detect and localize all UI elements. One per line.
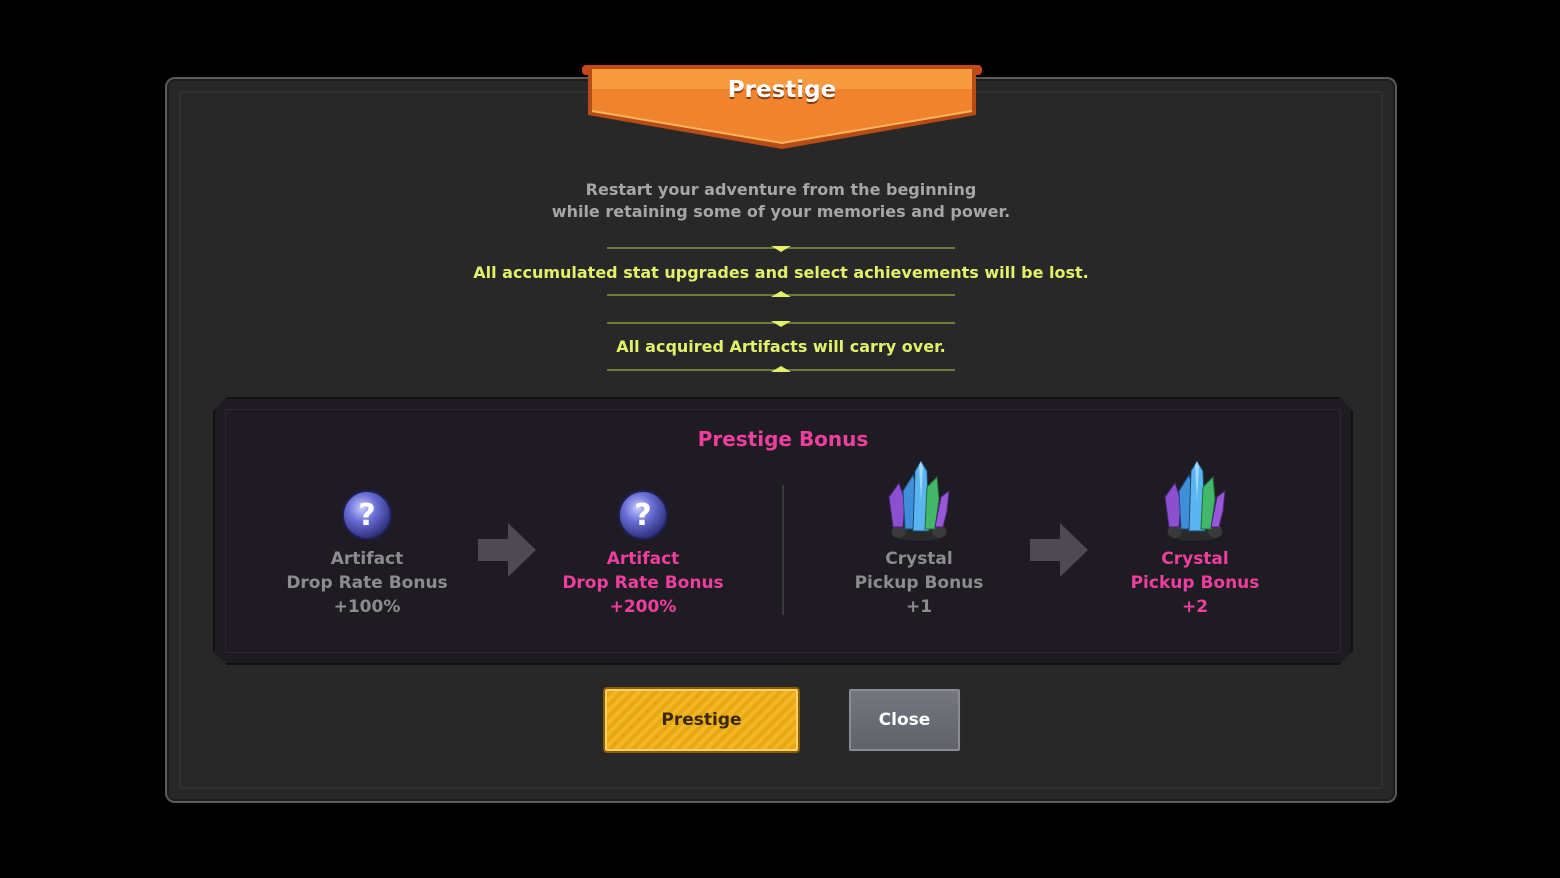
bonus-name-line2: Drop Rate Bonus (286, 573, 448, 593)
description-line-1: Restart your adventure from the beginnin… (585, 180, 977, 199)
title-banner: Prestige (582, 63, 982, 155)
description-line-2: while retaining some of your memories an… (551, 202, 1011, 221)
question-orb-icon: ? (617, 489, 669, 541)
divider-bottom-2 (607, 366, 955, 372)
arrow-right-icon (478, 523, 536, 577)
bonus-value: +2 (1181, 597, 1209, 617)
prestige-dialog: Prestige Restart your adventure from the… (165, 65, 1397, 803)
divider-top-1 (607, 246, 955, 252)
bonus-value: +200% (609, 597, 677, 617)
bonus-name-line1: Artifact (330, 549, 404, 569)
close-button[interactable]: Close (847, 687, 962, 753)
bonus-value: +100% (333, 597, 401, 617)
bonus-name-line1: Crystal (885, 549, 953, 569)
carry-over-text: All acquired Artifacts will carry over. (616, 337, 946, 356)
question-orb-icon: ? (341, 489, 393, 541)
crystal-cluster-icon (1161, 461, 1229, 543)
bonus-separator (782, 485, 784, 615)
bonus-title: Prestige Bonus (697, 427, 869, 451)
bonus-name-line2: Pickup Bonus (854, 573, 984, 593)
warning-text: All accumulated stat upgrades and select… (473, 263, 1089, 282)
artifact-bonus-next: ? Artifact Drop Rate Bonus +200% (533, 463, 753, 619)
dialog-title: Prestige (727, 77, 837, 103)
divider-top-2 (607, 321, 955, 327)
dialog-description: Restart your adventure from the beginnin… (167, 179, 1395, 223)
prestige-button[interactable]: Prestige (603, 687, 800, 753)
bonus-name-line2: Pickup Bonus (1130, 573, 1260, 593)
bonus-name-line2: Drop Rate Bonus (562, 573, 724, 593)
svg-text:?: ? (634, 498, 651, 533)
svg-text:?: ? (358, 498, 375, 533)
crystal-bonus-next: Crystal Pickup Bonus +2 (1085, 463, 1305, 619)
bonus-value: +1 (905, 597, 933, 617)
prestige-bonus-panel: Prestige Bonus ? Artifact Drop Rate Bonu… (213, 397, 1353, 665)
bonus-name-line1: Crystal (1161, 549, 1229, 569)
arrow-right-icon (1030, 523, 1088, 577)
crystal-bonus-current: Crystal Pickup Bonus +1 (809, 463, 1029, 619)
bonus-name-line1: Artifact (606, 549, 680, 569)
divider-bottom-1 (607, 291, 955, 297)
crystal-cluster-icon (885, 461, 953, 543)
artifact-bonus-current: ? Artifact Drop Rate Bonus +100% (257, 463, 477, 619)
